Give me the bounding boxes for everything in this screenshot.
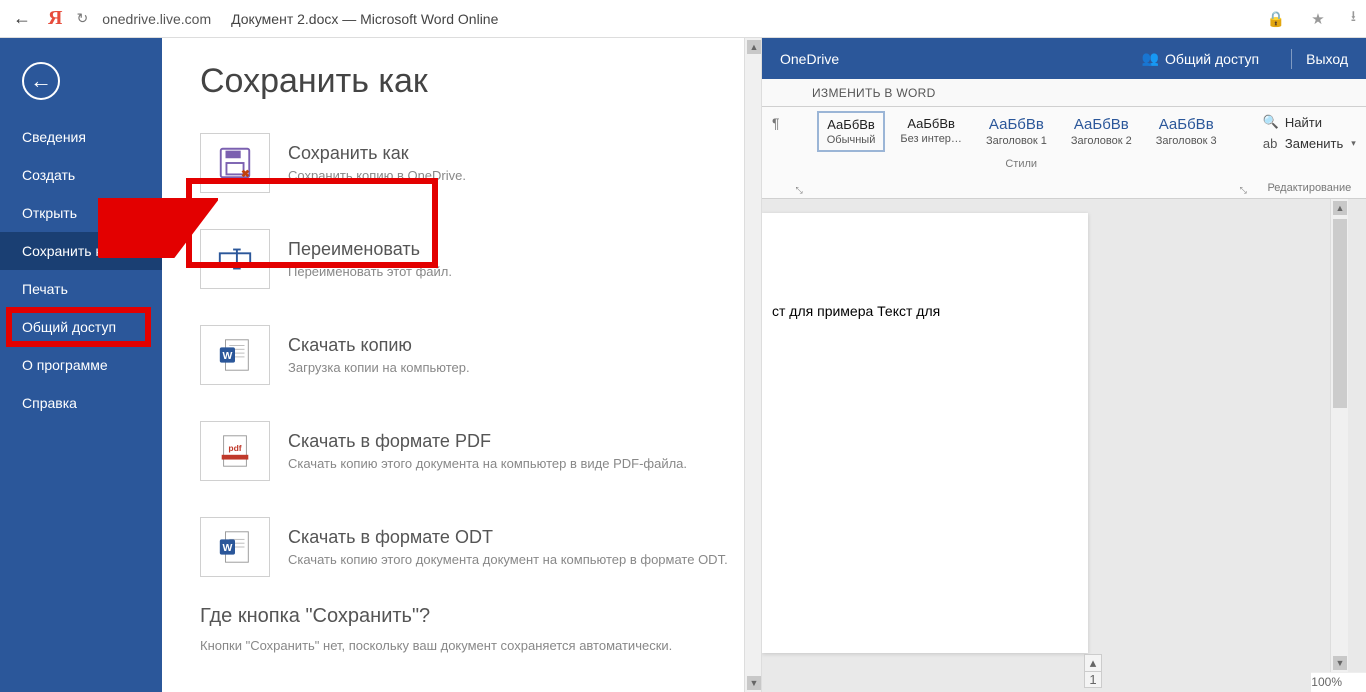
onedrive-label[interactable]: OneDrive xyxy=(780,51,839,67)
document-text: ст для примера Текст для xyxy=(772,303,940,319)
header-divider xyxy=(1291,49,1292,69)
page-up-icon[interactable]: ▴ xyxy=(1085,655,1101,672)
sidebar-item-help[interactable]: Справка xyxy=(0,384,162,422)
rename-icon xyxy=(200,229,270,289)
sidebar-item-share[interactable]: Общий доступ xyxy=(0,308,162,346)
style-normal[interactable]: АаБбВвОбычный xyxy=(817,111,886,152)
editing-group: 🔍Найти abЗаменить▾ Редактирование xyxy=(1253,107,1366,198)
back-button[interactable]: ← xyxy=(22,62,60,100)
save-as-panel: Сохранить как Сохранить как Сохранить ко… xyxy=(162,38,762,692)
option-title: Переименовать xyxy=(288,239,452,260)
replace-icon: ab xyxy=(1263,136,1279,151)
document-area[interactable]: ст для примера Текст для ▴ 1 xyxy=(762,199,1366,692)
save-info-note: Кнопки "Сохранить" нет, поскольку ваш до… xyxy=(200,638,762,653)
style-heading3[interactable]: АаБбВвЗаголовок 3 xyxy=(1147,111,1226,152)
save-icon xyxy=(200,133,270,193)
page-number: 1 xyxy=(1085,672,1101,688)
app-header: OneDrive 👥 Общий доступ Выход xyxy=(762,38,1366,79)
share-icon: 👥 xyxy=(1142,50,1159,67)
scroll-thumb[interactable] xyxy=(1333,219,1347,408)
browser-toolbar: ← Я ↻ onedrive.live.com Документ 2.docx … xyxy=(0,0,1366,38)
ribbon: ¶ ⤡ АаБбВвОбычный АаБбВвБез интер… АаБбВ… xyxy=(762,107,1366,199)
styles-dialog-launcher[interactable]: ⤡ xyxy=(1234,183,1253,198)
style-heading1[interactable]: АаБбВвЗаголовок 1 xyxy=(977,111,1056,152)
svg-text:pdf: pdf xyxy=(228,443,241,453)
option-download-pdf[interactable]: pdf Скачать в формате PDF Скачать копию … xyxy=(200,413,762,489)
word-online-background: OneDrive 👥 Общий доступ Выход ИЗМЕНИТЬ В… xyxy=(762,38,1366,692)
option-download-odt[interactable]: W Скачать в формате ODT Скачать копию эт… xyxy=(200,509,762,585)
option-title: Скачать в формате PDF xyxy=(288,431,687,452)
sidebar-item-print[interactable]: Печать xyxy=(0,270,162,308)
option-save-as[interactable]: Сохранить как Сохранить копию в OneDrive… xyxy=(200,125,762,201)
replace-button[interactable]: abЗаменить▾ xyxy=(1263,133,1356,154)
option-title: Сохранить как xyxy=(288,143,466,164)
sidebar-item-saveas[interactable]: Сохранить как xyxy=(0,232,162,270)
styles-group-label: Стили xyxy=(817,158,1226,170)
editing-group-label: Редактирование xyxy=(1263,182,1356,194)
save-info-heading: Где кнопка "Сохранить"? xyxy=(200,605,762,628)
panel-scrollbar[interactable]: ▲ ▼ xyxy=(744,38,762,692)
scroll-up-icon[interactable]: ▲ xyxy=(1333,201,1347,215)
scroll-down-icon[interactable]: ▼ xyxy=(1333,656,1347,670)
ribbon-tabs: ИЗМЕНИТЬ В WORD xyxy=(762,79,1366,107)
option-desc: Загрузка копии на компьютер. xyxy=(288,360,470,375)
back-arrow[interactable]: ← xyxy=(10,8,34,29)
option-desc: Скачать копию этого документа на компьют… xyxy=(288,456,687,471)
url-text[interactable]: onedrive.live.com xyxy=(102,11,211,27)
file-menu-sidebar: ← Сведения Создать Открыть Сохранить как… xyxy=(0,38,162,692)
word-doc-icon: W xyxy=(200,325,270,385)
page-title-text: Документ 2.docx — Microsoft Word Online xyxy=(231,11,498,27)
download-icon[interactable]: ⭳ xyxy=(1351,6,1356,31)
option-desc: Скачать копию этого документа документ н… xyxy=(288,552,728,567)
exit-button[interactable]: Выход xyxy=(1306,51,1348,67)
page-title: Сохранить как xyxy=(200,62,762,101)
option-title: Скачать в формате ODT xyxy=(288,527,728,548)
svg-text:W: W xyxy=(222,351,232,362)
star-icon[interactable]: ★ xyxy=(1311,10,1324,28)
sidebar-item-new[interactable]: Создать xyxy=(0,156,162,194)
zoom-level[interactable]: 100% xyxy=(1311,675,1342,689)
share-button[interactable]: 👥 Общий доступ xyxy=(1142,50,1260,67)
document-scrollbar[interactable]: ▲ ▼ xyxy=(1330,199,1348,672)
odt-icon: W xyxy=(200,517,270,577)
option-title: Скачать копию xyxy=(288,335,470,356)
find-button[interactable]: 🔍Найти xyxy=(1263,111,1356,133)
document-page[interactable]: ст для примера Текст для xyxy=(762,213,1088,653)
paragraph-dialog-launcher[interactable]: ⤡ xyxy=(790,183,809,198)
sidebar-item-open[interactable]: Открыть xyxy=(0,194,162,232)
chevron-down-icon: ▾ xyxy=(1351,138,1356,149)
search-icon: 🔍 xyxy=(1263,114,1279,130)
status-bar: 100% xyxy=(1311,672,1366,692)
option-desc: Переименовать этот файл. xyxy=(288,264,452,279)
style-heading2[interactable]: АаБбВвЗаголовок 2 xyxy=(1062,111,1141,152)
option-download-copy[interactable]: W Скачать копию Загрузка копии на компью… xyxy=(200,317,762,393)
pdf-icon: pdf xyxy=(200,421,270,481)
lock-icon: 🔒 xyxy=(1267,10,1286,28)
svg-text:W: W xyxy=(222,543,232,554)
sidebar-item-about[interactable]: О программе xyxy=(0,346,162,384)
option-desc: Сохранить копию в OneDrive. xyxy=(288,168,466,183)
styles-group: АаБбВвОбычный АаБбВвБез интер… АаБбВвЗаг… xyxy=(809,107,1234,198)
page-navigator[interactable]: ▴ 1 xyxy=(1084,654,1102,688)
style-nospacing[interactable]: АаБбВвБез интер… xyxy=(891,111,971,152)
option-rename[interactable]: Переименовать Переименовать этот файл. xyxy=(200,221,762,297)
tab-edit-in-word[interactable]: ИЗМЕНИТЬ В WORD xyxy=(812,86,936,100)
pilcrow-icon[interactable]: ¶ xyxy=(762,107,790,198)
reload-icon[interactable]: ↻ xyxy=(76,10,88,27)
yandex-logo[interactable]: Я xyxy=(48,7,62,30)
sidebar-item-info[interactable]: Сведения xyxy=(0,118,162,156)
